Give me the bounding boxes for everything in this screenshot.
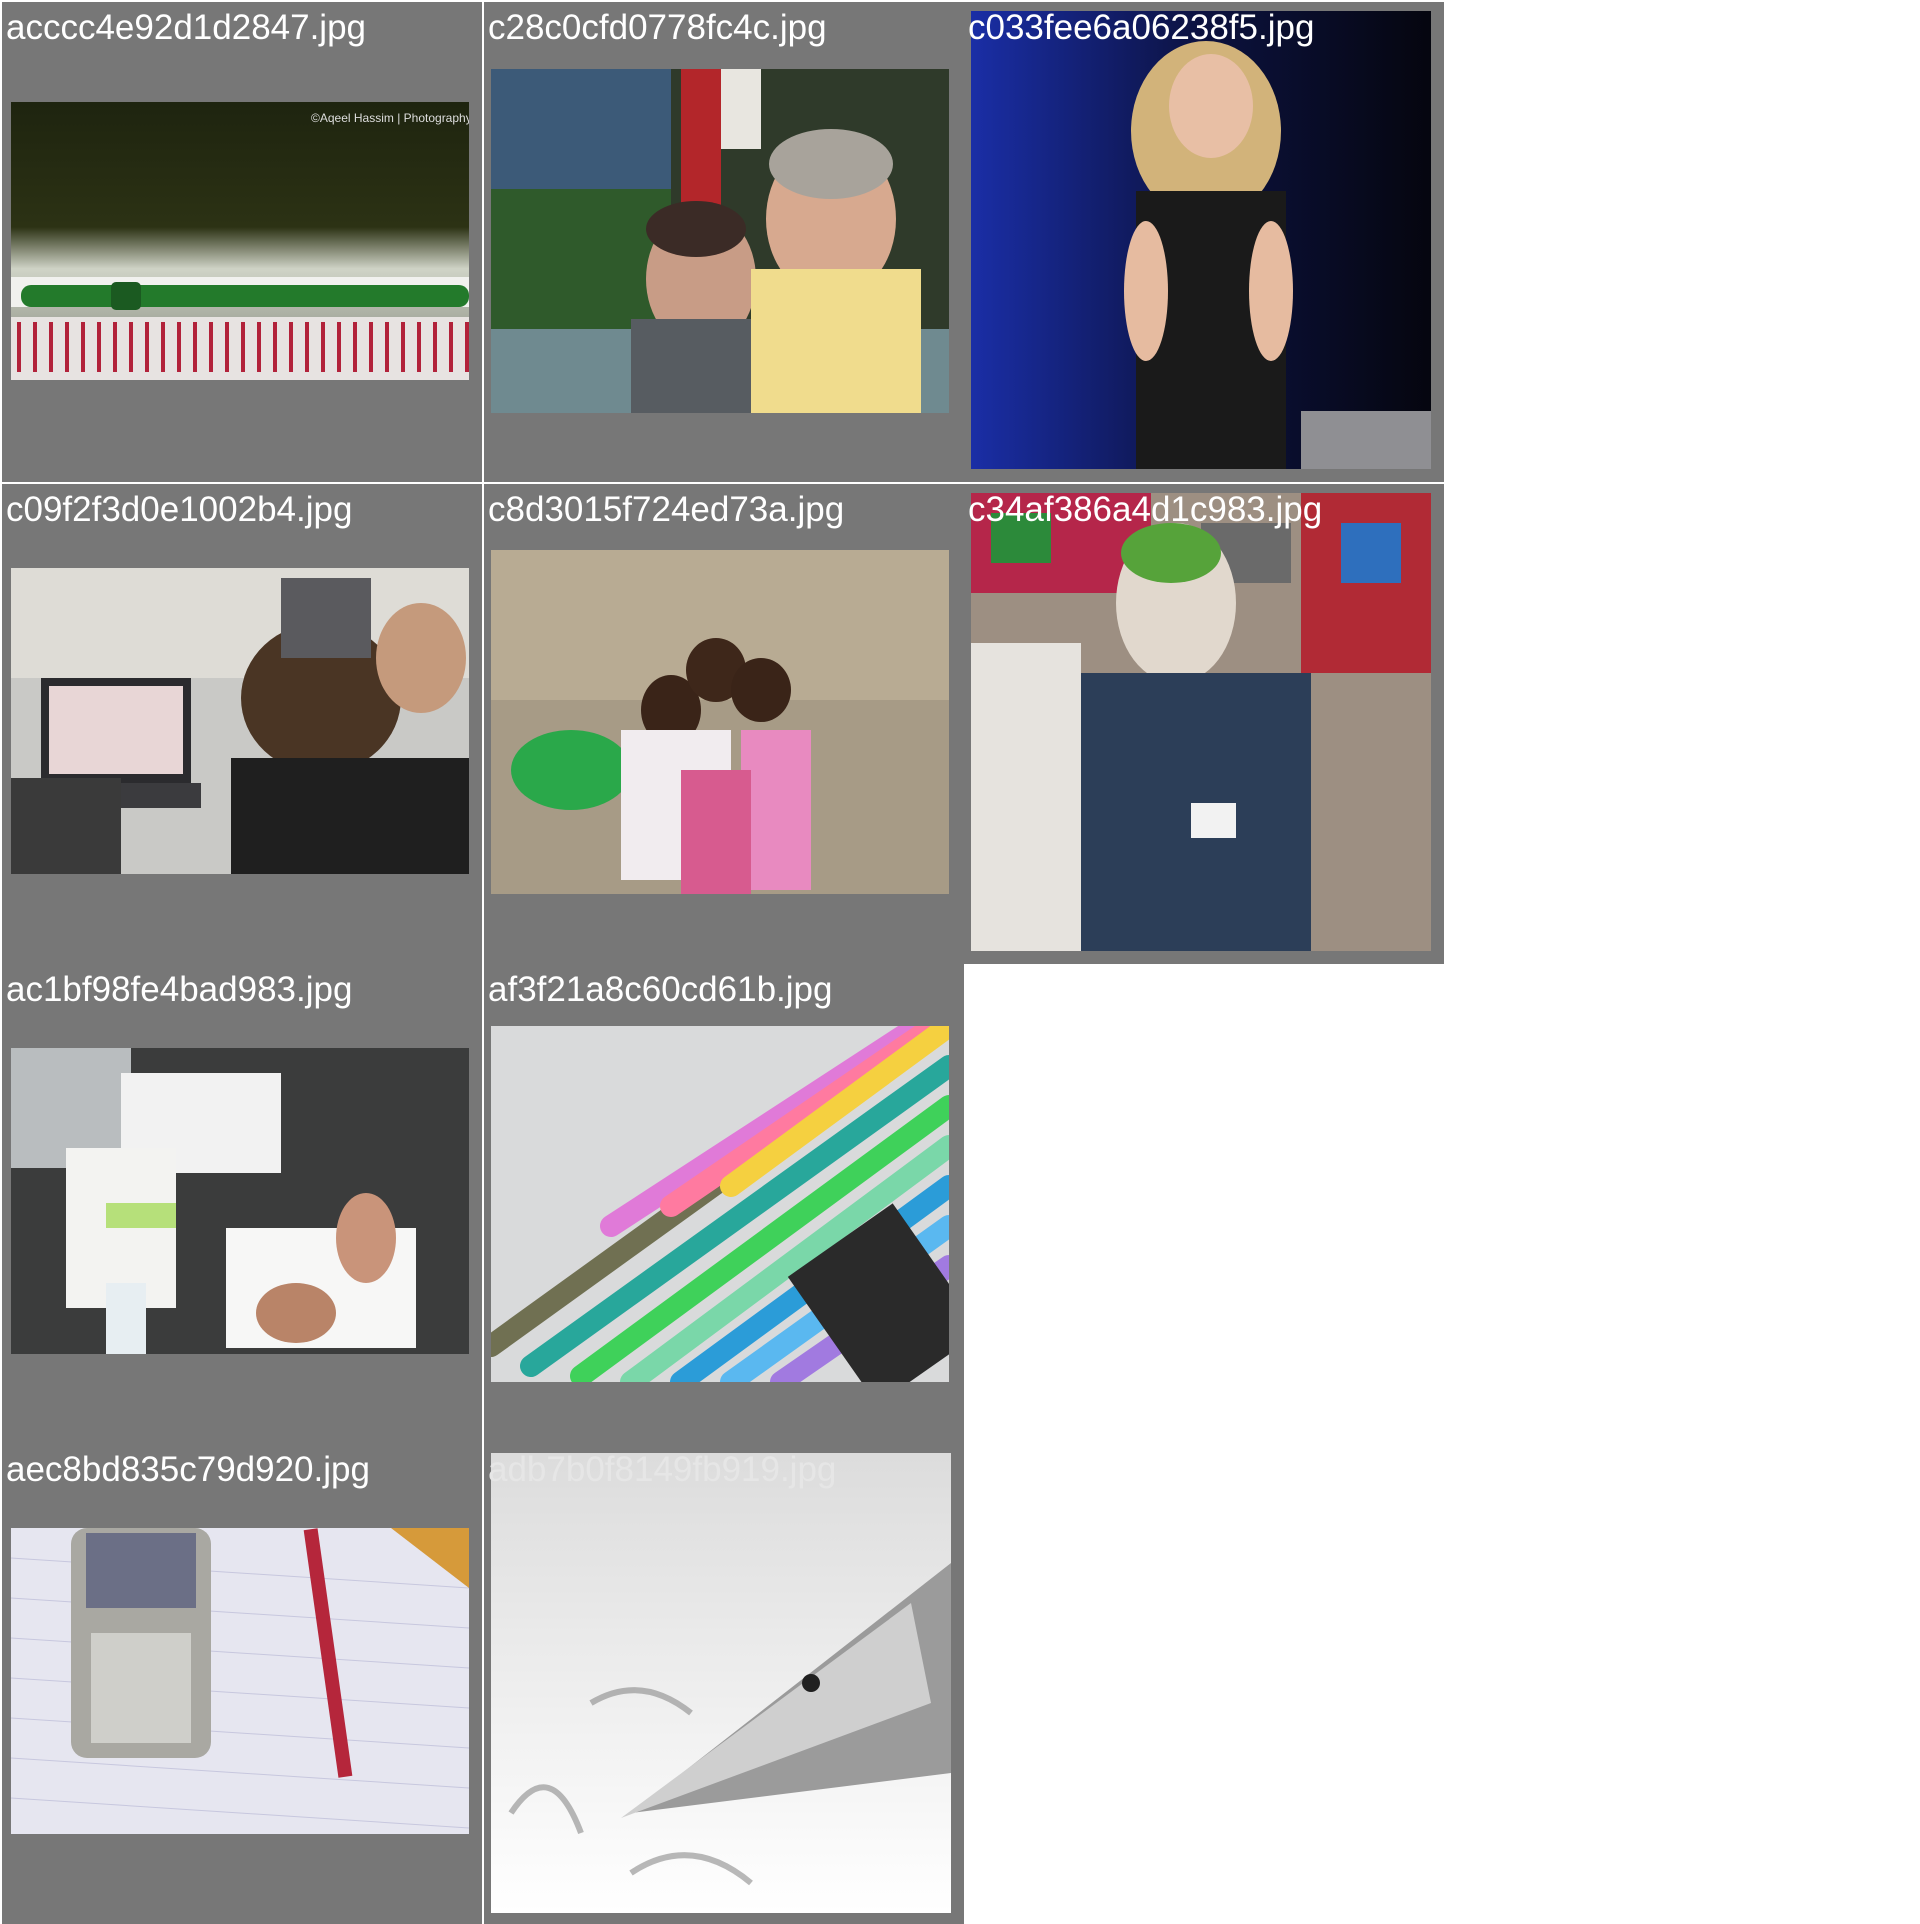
thumbnail-tile[interactable]: c8d3015f724ed73a.jpg [484,484,964,964]
thumbnail-tile[interactable]: af3f21a8c60cd61b.jpg [484,964,964,1444]
thumbnail-tile[interactable]: c033fee6a06238f5.jpg [964,2,1444,482]
thumbnail-tile[interactable]: acccc4e92d1d2847.jpg ©Aqeel Hassim | Pho… [2,2,482,482]
thumbnail-image-laptops [11,568,469,874]
thumbnail-tile[interactable]: aec8bd835c79d920.jpg [2,1444,482,1924]
thumbnail-filename: aec8bd835c79d920.jpg [6,1450,370,1489]
thumbnail-image-couple [491,69,949,413]
thumbnail-image-fountain-pen [491,1453,951,1913]
thumbnail-filename: acccc4e92d1d2847.jpg [6,8,367,47]
thumbnail-filename: c28c0cfd0778fc4c.jpg [488,8,827,47]
thumbnail-image-speaker [971,11,1431,469]
thumbnail-tile[interactable]: c34af386a4d1c983.jpg [964,484,1444,964]
thumbnail-tile[interactable]: c28c0cfd0778fc4c.jpg [484,2,964,482]
thumbnail-filename: ac1bf98fe4bad983.jpg [6,970,353,1009]
thumbnail-filename: c34af386a4d1c983.jpg [968,490,1323,529]
thumbnail-filename: c09f2f3d0e1002b4.jpg [6,490,353,529]
thumbnail-filename: c8d3015f724ed73a.jpg [488,490,845,529]
thumbnail-filename: af3f21a8c60cd61b.jpg [488,970,833,1009]
thumbnail-image-gel-pens [491,1026,949,1382]
thumbnail-image-children [491,550,949,894]
thumbnail-tile[interactable]: ac1bf98fe4bad983.jpg [2,964,482,1444]
thumbnail-image-joker-costume [971,493,1431,951]
thumbnail-image-green-pen: ©Aqeel Hassim | Photography [11,102,469,380]
thumbnail-image-papers-and-pens [11,1048,469,1354]
thumbnail-tile[interactable]: adb7b0f8149fb919.jpg [484,1444,964,1924]
watermark-text: ©Aqeel Hassim | Photography [311,111,469,125]
thumbnail-filename: c033fee6a06238f5.jpg [968,8,1315,47]
thumbnail-tile[interactable]: c09f2f3d0e1002b4.jpg [2,484,482,964]
thumbnail-filename: adb7b0f8149fb919.jpg [488,1450,837,1489]
thumbnail-image-phone-and-pen [11,1528,469,1834]
